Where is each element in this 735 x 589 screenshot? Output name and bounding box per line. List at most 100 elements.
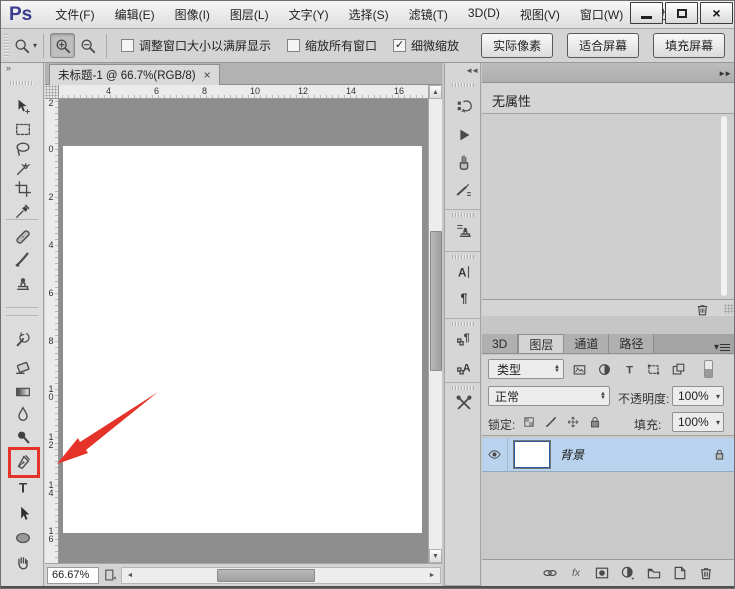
option-checkbox-0[interactable]: 调整窗口大小以满屏显示: [121, 37, 271, 54]
strip-gripper[interactable]: [452, 322, 474, 326]
panel-icon-brush[interactable]: [451, 151, 476, 173]
move-tool[interactable]: [10, 95, 36, 119]
tab-路径[interactable]: 路径: [609, 334, 654, 353]
pixel-filter-icon[interactable]: [572, 362, 587, 377]
layer-filter-toggle[interactable]: [704, 360, 713, 378]
link-layers-icon[interactable]: [542, 565, 558, 581]
properties-scrollbar[interactable]: [721, 116, 727, 296]
checkbox-unchecked-icon[interactable]: [287, 39, 300, 52]
adjustment-filter-icon[interactable]: [597, 362, 612, 377]
minimize-button[interactable]: [630, 2, 663, 24]
zoom-out-button[interactable]: [75, 33, 100, 58]
panel-icon-brush-presets[interactable]: [451, 179, 476, 201]
panel-icon-clone-source[interactable]: [451, 219, 476, 241]
maximize-button[interactable]: [665, 2, 698, 24]
panel-icon-character[interactable]: A: [451, 261, 476, 283]
panel-icon-tool-presets[interactable]: [451, 392, 476, 414]
panel-icon-character-styles[interactable]: ¶: [451, 328, 476, 350]
scroll-left-icon[interactable]: ◄: [123, 569, 137, 582]
checkbox-checked-icon[interactable]: ✓: [393, 39, 406, 52]
smart-object-filter-icon[interactable]: [671, 362, 686, 377]
canvas-viewport[interactable]: [59, 99, 428, 563]
blur-tool[interactable]: [10, 402, 36, 426]
scroll-down-icon[interactable]: ▼: [429, 549, 442, 563]
new-group-icon[interactable]: [646, 565, 662, 581]
document-tab-close-icon[interactable]: ×: [204, 68, 211, 82]
tools-panel-gripper[interactable]: [10, 81, 34, 85]
spot-healing-tool[interactable]: [10, 225, 36, 249]
zoom-in-button[interactable]: [50, 33, 75, 58]
strip-gripper[interactable]: [452, 386, 474, 390]
scroll-up-icon[interactable]: ▲: [429, 85, 442, 99]
path-selection-tool[interactable]: [10, 502, 36, 526]
add-layer-mask-icon[interactable]: [594, 565, 610, 581]
menu-视图[interactable]: 视图(V): [511, 2, 569, 27]
tab-图层[interactable]: 图层: [518, 334, 564, 353]
layer-row-background[interactable]: 背景: [482, 438, 735, 472]
document-tab[interactable]: 未标题-1 @ 66.7%(RGB/8) ×: [49, 64, 220, 85]
eraser-tool[interactable]: [10, 355, 36, 379]
strip-gripper[interactable]: [452, 213, 474, 217]
type-filter-icon[interactable]: T: [622, 362, 637, 377]
strip-gripper[interactable]: [452, 83, 474, 87]
layers-panel-menu-icon[interactable]: ▾: [714, 342, 730, 353]
options-button-2[interactable]: 填充屏幕: [653, 33, 725, 58]
layer-thumbnail[interactable]: [514, 441, 550, 468]
gradient-tool[interactable]: [10, 380, 36, 404]
delete-layer-icon[interactable]: [698, 565, 714, 581]
layer-style-fx-icon[interactable]: fx: [568, 565, 584, 581]
document-info-icon[interactable]: [102, 567, 118, 583]
properties-trash-icon[interactable]: [695, 302, 710, 317]
hand-tool[interactable]: [10, 550, 36, 574]
dodge-tool[interactable]: [10, 425, 36, 449]
document-canvas[interactable]: [63, 146, 422, 533]
pen-tool[interactable]: [10, 450, 36, 474]
history-brush-tool[interactable]: [10, 327, 36, 351]
menu-选择[interactable]: 选择(S): [340, 2, 398, 27]
panel-icon-actions[interactable]: [451, 124, 476, 146]
lock-all-icon[interactable]: [588, 415, 602, 429]
strip-gripper[interactable]: [452, 255, 474, 259]
horizontal-scrollbar[interactable]: ◄ ►: [121, 567, 441, 584]
vertical-scrollbar[interactable]: ▲ ▼: [428, 85, 442, 563]
layer-visibility-toggle[interactable]: [482, 438, 508, 472]
options-button-0[interactable]: 实际像素: [481, 33, 553, 58]
panel-icon-history[interactable]: [451, 96, 476, 118]
menu-图层[interactable]: 图层(L): [221, 2, 278, 27]
close-button[interactable]: ×: [700, 2, 733, 24]
menu-3D[interactable]: 3D(D): [459, 2, 509, 27]
expand-panels-icon[interactable]: ◄◄: [465, 66, 477, 75]
option-checkbox-2[interactable]: ✓细微缩放: [393, 37, 459, 54]
options-button-1[interactable]: 适合屏幕: [567, 33, 639, 58]
zoom-level-field[interactable]: 66.67%: [47, 567, 99, 584]
panel-icon-paragraph-styles[interactable]: A: [451, 357, 476, 379]
menu-编辑[interactable]: 编辑(E): [106, 2, 164, 27]
new-adjustment-layer-icon[interactable]: [620, 565, 636, 581]
collapse-panels-icon[interactable]: ►►: [718, 69, 730, 78]
lock-transparency-icon[interactable]: [522, 415, 536, 429]
zoom-tool-icon[interactable]: [13, 37, 31, 55]
tool-preset-dropdown-icon[interactable]: ▾: [33, 41, 37, 50]
properties-resize-grip[interactable]: [724, 304, 734, 314]
menu-文字[interactable]: 文字(Y): [280, 2, 338, 27]
brush-tool[interactable]: [10, 247, 36, 271]
lock-position-icon[interactable]: [566, 415, 580, 429]
horizontal-scroll-thumb[interactable]: [217, 569, 315, 582]
menu-滤镜[interactable]: 滤镜(T): [400, 2, 457, 27]
shape-filter-icon[interactable]: [646, 362, 661, 377]
blend-mode-dropdown[interactable]: 正常 ▲▼: [488, 386, 610, 406]
tools-panel-expand-icon[interactable]: »: [1, 63, 43, 79]
options-gripper[interactable]: [4, 34, 9, 58]
opacity-dropdown[interactable]: 100% ▾: [672, 386, 724, 406]
lock-paint-icon[interactable]: [544, 415, 558, 429]
fill-dropdown[interactable]: 100% ▾: [672, 412, 724, 432]
vertical-scroll-thumb[interactable]: [430, 231, 442, 371]
tab-3D[interactable]: 3D: [482, 334, 518, 353]
new-layer-icon[interactable]: [672, 565, 688, 581]
menu-文件[interactable]: 文件(F): [46, 2, 103, 27]
type-tool[interactable]: T: [10, 476, 36, 500]
menu-窗口[interactable]: 窗口(W): [571, 2, 632, 27]
panel-icon-paragraph[interactable]: ¶: [451, 287, 476, 309]
checkbox-unchecked-icon[interactable]: [121, 39, 134, 52]
tab-通道[interactable]: 通道: [564, 334, 609, 353]
